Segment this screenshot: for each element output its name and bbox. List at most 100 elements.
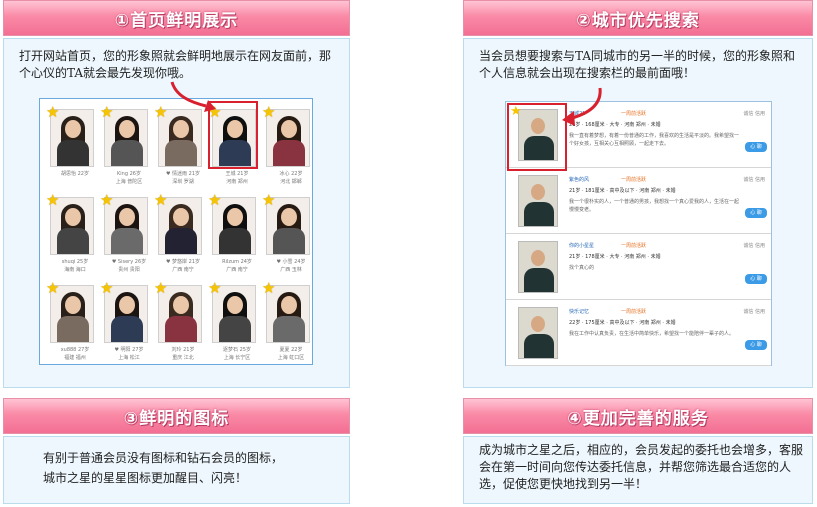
member-intro: 找个真心的	[569, 265, 595, 271]
member-caption: 王城 21岁	[225, 171, 249, 177]
member-location: 福建 福州	[64, 355, 86, 361]
member-caption: ♥ 情迷雨 21岁	[165, 171, 201, 177]
member-caption: ♥ 梦悠岸 21岁	[165, 259, 201, 265]
highlight-box	[507, 103, 567, 171]
member-caption: 刘玲 21岁	[171, 347, 195, 353]
star-icon: ★	[100, 279, 114, 297]
panel-description: 当会员想要搜索与TA同城市的另一半的时候，您的形象照和个人信息就会出现在搜索栏的…	[479, 49, 796, 80]
member-location: 广西 南宁	[226, 267, 248, 273]
member-location: 上海 普陀区	[115, 179, 143, 185]
chat-button[interactable]: 心 聊	[745, 340, 767, 350]
chat-button[interactable]: 心 聊	[745, 142, 767, 152]
pointer-arrow	[170, 81, 216, 112]
star-icon: ★	[46, 279, 60, 297]
member-caption: 冰心 22岁	[279, 171, 303, 177]
member-caption: 胡思怡 22岁	[61, 171, 89, 177]
member-name[interactable]: 快乐记忆	[569, 308, 589, 315]
member-card[interactable]: ★ 胡思怡 22岁	[44, 103, 98, 191]
member-card[interactable]: ★ 逐梦石 25岁 上海 长宁区	[206, 279, 260, 367]
member-card[interactable]: ★ King 26岁 上海 普陀区	[98, 103, 152, 191]
search-result-list: ★ 王城21 一周前活跃 21岁 · 168厘米 · 大专 · 河南 郑州 · 未婚我…	[505, 101, 772, 366]
activity-tag: 一周前活跃	[621, 243, 647, 249]
member-intro: 我在工作中认真负责，在生活中简单快乐，希望找一个能陪伴一辈子的人。	[569, 331, 735, 337]
pointer-arrow	[562, 87, 602, 126]
member-photo[interactable]	[518, 175, 558, 227]
member-caption: ♥ 小雪 24岁	[276, 259, 306, 265]
member-location: 河北 邯郸	[280, 179, 302, 185]
member-photo[interactable]	[518, 241, 558, 293]
star-icon: ★	[100, 103, 114, 121]
member-location: 河南 郑州	[226, 179, 248, 185]
search-result-row[interactable]: 你的小星星 一周前活跃 21岁 · 178厘米 · 大专 · 河南 郑州 · 未婚找…	[506, 234, 771, 300]
activity-tag: 一周前活跃	[621, 309, 647, 315]
member-status: 诚信 信用	[743, 243, 765, 249]
member-caption: King 26岁	[117, 171, 141, 177]
member-intro: 我一直有着梦想，有着一份普通的工作，我喜欢的生活是平淡的。我希望找一个好女孩，互…	[569, 133, 740, 147]
member-card[interactable]: ★ 刘玲 21岁 重庆 江北	[152, 279, 206, 367]
member-card[interactable]: ★ 冰心 22岁 河北 邯郸	[260, 103, 314, 191]
member-photo[interactable]	[518, 307, 558, 359]
star-icon: ★	[154, 279, 168, 297]
activity-tag: 一周前活跃	[621, 177, 647, 183]
panel-title: ②城市优先搜索	[463, 0, 813, 36]
member-name[interactable]: 紫色的风	[569, 176, 589, 183]
star-icon: ★	[100, 191, 114, 209]
panel-description: 打开网站首页，您的形象照就会鲜明地展示在网友面前，那个心仪的TA就会最先发现你哦…	[19, 49, 332, 80]
member-intro: 我一个很朴实的人，一个普通的男孩，我想找一个真心爱我的人，生活在一起慢慢变老。	[569, 199, 740, 213]
panel-title: ④更加完善的服务	[463, 398, 813, 434]
member-caption: 夏夏 22岁	[279, 347, 303, 353]
member-caption: ♥ Sisery 26岁	[111, 259, 147, 265]
member-caption: Rilzum 24岁	[222, 259, 252, 265]
chat-button[interactable]: 心 聊	[745, 208, 767, 218]
member-status: 诚信 信用	[743, 309, 765, 315]
panel-description: 成为城市之星之后，相应的，会员发起的委托也会增多，客服会在第一时间向您传达委托信…	[479, 443, 804, 491]
member-card[interactable]: ★ ♥ 明阳 27岁 上海 松江	[98, 279, 152, 367]
member-location: 上海 虹口区	[277, 355, 305, 361]
member-location: 上海 松江	[118, 355, 140, 361]
star-icon: ★	[262, 191, 276, 209]
panel-better-service: ④更加完善的服务 成为城市之星之后，相应的，会员发起的委托也会增多，客服会在第一…	[463, 398, 813, 504]
member-location: 海南 海口	[64, 267, 86, 273]
member-card[interactable]: ★ xu888 27岁 福建 福州	[44, 279, 98, 367]
star-icon: ★	[208, 191, 222, 209]
member-caption: ♥ 明阳 27岁	[114, 347, 144, 353]
member-card[interactable]: ★ ♥ 梦悠岸 21岁 广西 南宁	[152, 191, 206, 279]
member-card[interactable]: ★ ♥ Sisery 26岁 贵州 贵阳	[98, 191, 152, 279]
member-card[interactable]: ★ Rilzum 24岁 广西 南宁	[206, 191, 260, 279]
chat-button[interactable]: 心 聊	[745, 274, 767, 284]
member-caption: xu888 27岁	[60, 347, 90, 353]
member-card[interactable]: ★ shuqi 25岁 海南 海口	[44, 191, 98, 279]
member-caption: 逐梦石 25岁	[223, 347, 251, 353]
member-location: 重庆 江北	[172, 355, 194, 361]
panel-description-line-2: 城市之星的星星图标更加醒目、闪亮！	[43, 471, 248, 485]
member-location: 深圳 罗湖	[172, 179, 194, 185]
member-location: 上海 长宁区	[223, 355, 251, 361]
member-info: 21岁 · 178厘米 · 大专 · 河南 郑州 · 未婚	[569, 254, 661, 260]
member-status: 诚信 信用	[743, 177, 765, 183]
member-location: 贵州 贵阳	[118, 267, 140, 273]
member-card[interactable]: ★ 夏夏 22岁 上海 虹口区	[260, 279, 314, 367]
member-card[interactable]: ★ ♥ 小雪 24岁 广西 玉林	[260, 191, 314, 279]
activity-tag: 一周前活跃	[621, 111, 647, 117]
star-icon: ★	[154, 191, 168, 209]
member-name[interactable]: 你的小星星	[569, 242, 594, 249]
member-photo-grid: ★ 胡思怡 22岁 ★ King 26岁 上海 普陀区 ★ ♥ 情迷雨 21岁 深圳 罗湖 ★ 王…	[39, 98, 313, 365]
search-result-row[interactable]: 紫色的风 一周前活跃 21岁 · 181厘米 · 高中及以下 · 河南 郑州 · 未…	[506, 168, 771, 234]
search-result-row[interactable]: 快乐记忆 一周前活跃 22岁 · 175厘米 · 高中及以下 · 河南 郑州 · 未…	[506, 300, 771, 366]
star-icon: ★	[46, 103, 60, 121]
panel-title: ①首页鲜明展示	[3, 0, 350, 36]
member-location: 广西 玉林	[280, 267, 302, 273]
star-icon: ★	[154, 103, 168, 121]
panel-description-line-1: 有别于普通会员没有图标和钻石会员的图标，	[43, 451, 284, 465]
panel-bright-icon: ③鲜明的图标 有别于普通会员没有图标和钻石会员的图标， 城市之星的星星图标更加醒…	[3, 398, 350, 504]
member-info: 22岁 · 175厘米 · 高中及以下 · 河南 郑州 · 未婚	[569, 320, 676, 326]
member-info: 21岁 · 181厘米 · 高中及以下 · 河南 郑州 · 未婚	[569, 188, 676, 194]
member-location: 广西 南宁	[172, 267, 194, 273]
star-icon: ★	[208, 279, 222, 297]
star-icon: ★	[46, 191, 60, 209]
star-icon: ★	[262, 279, 276, 297]
member-status: 诚信 信用	[743, 111, 765, 117]
member-caption: shuqi 25岁	[61, 259, 89, 265]
star-icon: ★	[262, 103, 276, 121]
panel-title: ③鲜明的图标	[3, 398, 350, 434]
